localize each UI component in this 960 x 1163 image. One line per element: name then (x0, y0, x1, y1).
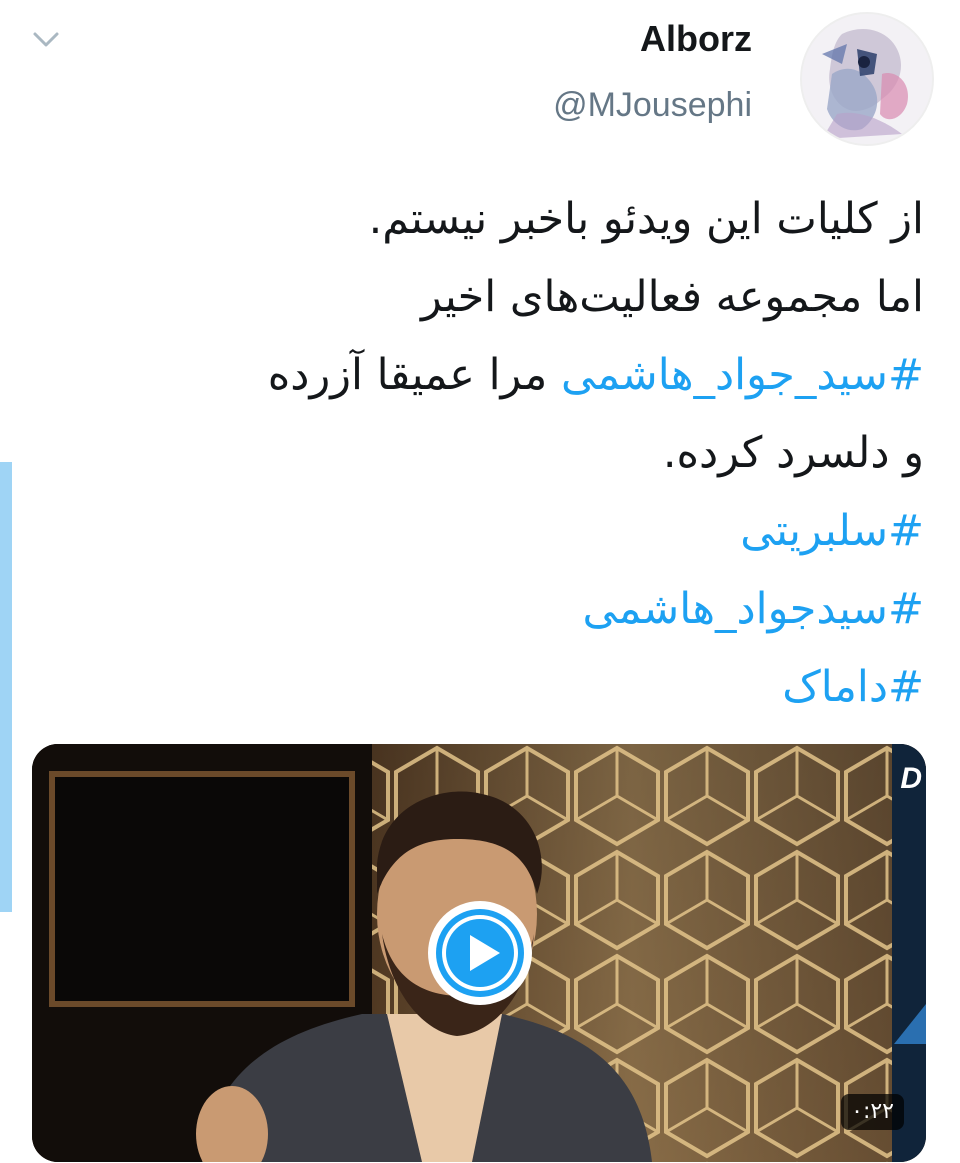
chevron-down-icon[interactable] (28, 22, 64, 58)
video-thumbnail[interactable]: D ۰:۲۲ (32, 744, 926, 1162)
tweet-line: و دلسرد کرده. (84, 414, 924, 492)
author-handle[interactable]: @MJousephi (553, 86, 752, 125)
tweet-line: #سلبریتی (84, 492, 924, 570)
tweet-text-segment: از کلیات این ویدئو باخبر نیستم. (368, 194, 924, 244)
tweet-line: از کلیات این ویدئو باخبر نیستم. (84, 180, 924, 258)
tweet-line: #داماک (84, 648, 924, 726)
author-display-name[interactable]: Alborz (640, 18, 752, 60)
hashtag-link[interactable]: #سید_جواد_هاشمی (561, 350, 924, 400)
tweet-line: #سید_جواد_هاشمی مرا عمیقا آزرده (84, 336, 924, 414)
channel-logo: D (900, 762, 922, 795)
hashtag-link[interactable]: #سیدجواد_هاشمی (582, 584, 924, 634)
tweet-text: از کلیات این ویدئو باخبر نیستم. اما مجمو… (84, 180, 924, 726)
tweet-card: Alborz @MJousephi از کلیات این ویدئو باخ… (0, 0, 960, 1163)
tweet-line: اما مجموعه فعالیت‌های اخیر (84, 258, 924, 336)
play-icon (436, 909, 524, 997)
hashtag-link[interactable]: #سلبریتی (740, 506, 924, 556)
avatar[interactable] (800, 12, 934, 146)
play-button[interactable] (428, 901, 532, 1005)
tweet-text-segment: اما مجموعه فعالیت‌های اخیر (420, 272, 924, 322)
tweet-text-segment: و دلسرد کرده. (662, 428, 924, 478)
scroll-indicator (0, 462, 12, 912)
tweet-text-segment: مرا عمیقا آزرده (267, 350, 561, 400)
video-duration-badge: ۰:۲۲ (841, 1094, 904, 1130)
tweet-line: #سیدجواد_هاشمی (84, 570, 924, 648)
hashtag-link[interactable]: #داماک (782, 662, 924, 712)
